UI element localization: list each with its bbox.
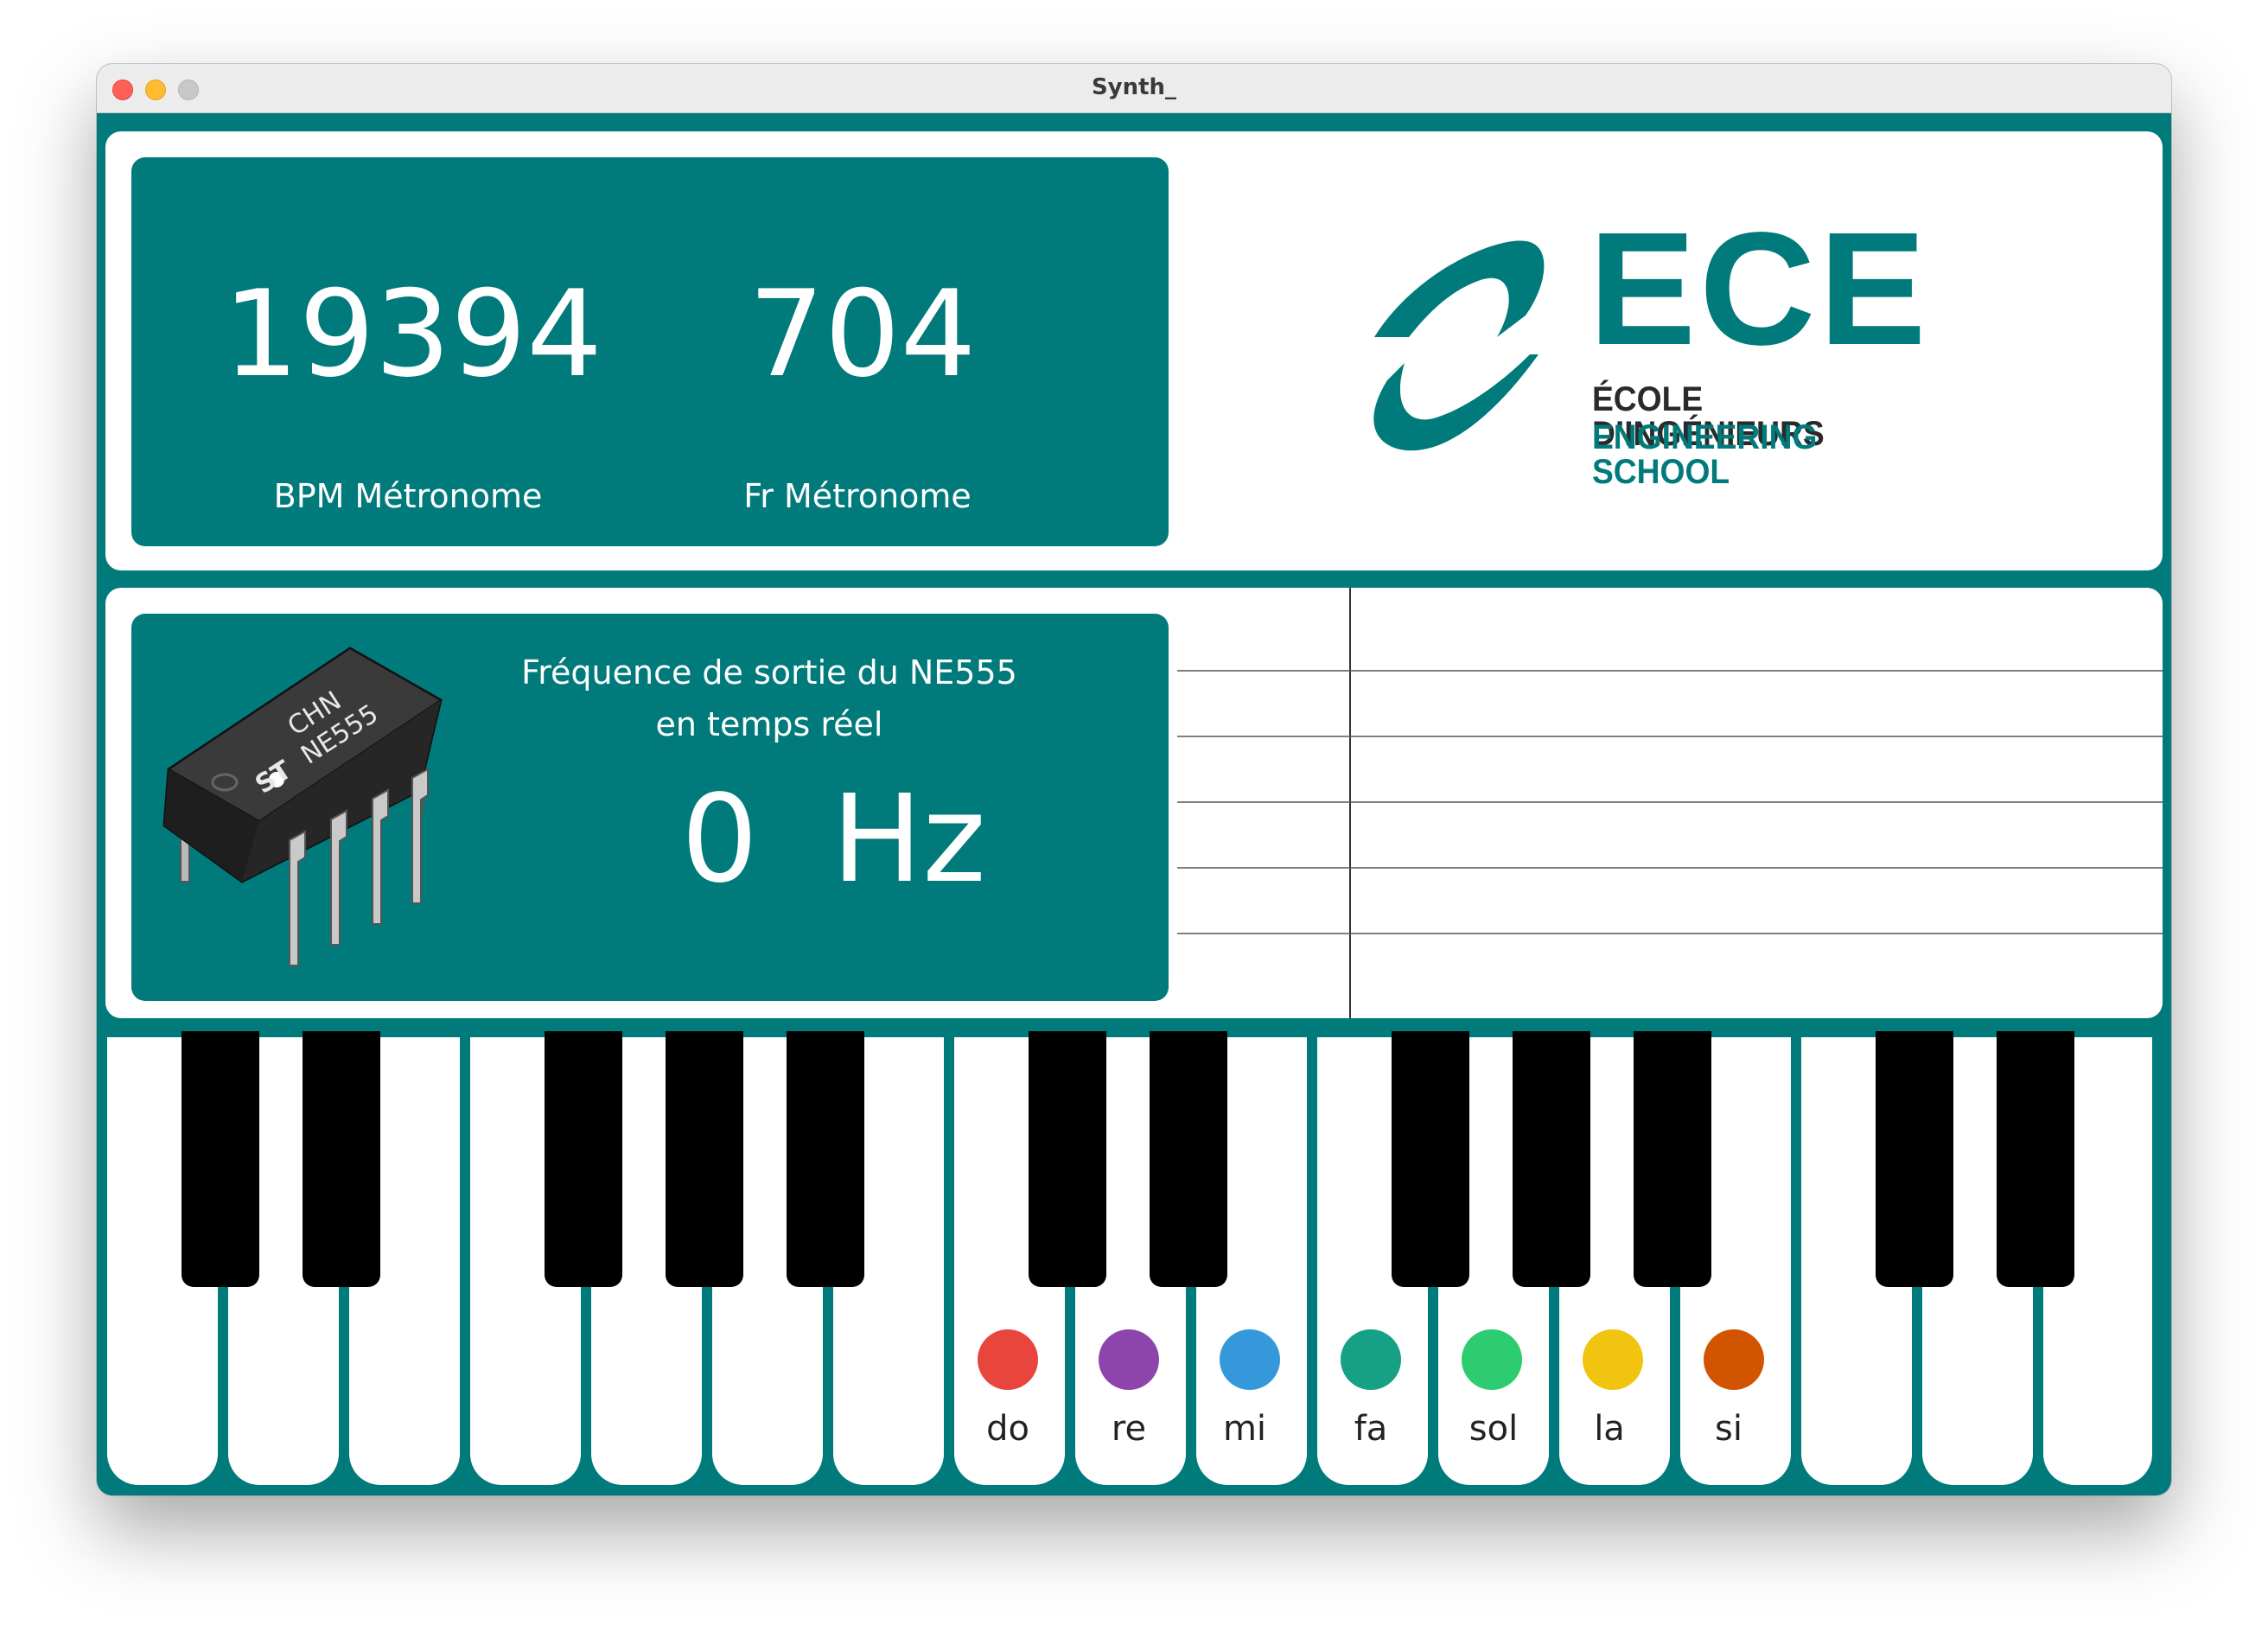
ne555-chip-image: CHN NE555 ST bbox=[160, 640, 454, 968]
note-label-la: la bbox=[1594, 1409, 1625, 1449]
note-label-sol: sol bbox=[1468, 1409, 1519, 1449]
note-dot-re bbox=[1099, 1329, 1159, 1390]
note-dot-sol bbox=[1462, 1329, 1522, 1390]
frequency-title-line1: Fréquence de sortie du NE555 bbox=[521, 653, 1017, 691]
frequency-value: 0 bbox=[681, 769, 759, 910]
note-dot-fa bbox=[1341, 1329, 1401, 1390]
black-key[interactable] bbox=[1150, 1031, 1227, 1287]
fr-value: 704 bbox=[749, 264, 977, 404]
black-key[interactable] bbox=[1876, 1031, 1953, 1287]
note-label-fa: fa bbox=[1354, 1409, 1388, 1449]
black-key[interactable] bbox=[1634, 1031, 1711, 1287]
black-key[interactable] bbox=[787, 1031, 864, 1287]
note-dot-la bbox=[1583, 1329, 1643, 1390]
black-key[interactable] bbox=[545, 1031, 622, 1287]
black-key[interactable] bbox=[1513, 1031, 1590, 1287]
note-label-mi: mi bbox=[1222, 1409, 1267, 1449]
fr-label: Fr Métronome bbox=[743, 477, 972, 515]
bpm-label: BPM Métronome bbox=[273, 477, 543, 515]
window-title: Synth_ bbox=[1091, 74, 1177, 100]
title-bar: Synth_ bbox=[97, 64, 2171, 113]
ece-logo: ECE ÉCOLE D’INGÉNIEURS ENGINEERING SCHOO… bbox=[1366, 209, 1953, 489]
bpm-value: 19394 bbox=[223, 264, 602, 404]
logo-line2: ENGINEERING SCHOOL bbox=[1592, 418, 1818, 491]
note-dot-si bbox=[1704, 1329, 1764, 1390]
frequency-unit: Hz bbox=[831, 769, 986, 910]
black-key[interactable] bbox=[1392, 1031, 1469, 1287]
black-key[interactable] bbox=[1029, 1031, 1106, 1287]
black-key[interactable] bbox=[666, 1031, 743, 1287]
black-key[interactable] bbox=[182, 1031, 259, 1287]
note-dot-mi bbox=[1220, 1329, 1280, 1390]
frequency-title-line2: en temps réel bbox=[655, 705, 883, 743]
note-label-si: si bbox=[1715, 1409, 1742, 1449]
staff-area bbox=[1177, 588, 2163, 1018]
black-key[interactable] bbox=[1997, 1031, 2074, 1287]
note-label-re: re bbox=[1111, 1409, 1147, 1449]
note-label-do: do bbox=[986, 1409, 1029, 1449]
note-dot-do bbox=[978, 1329, 1038, 1390]
logo-wordmark: ECE bbox=[1589, 200, 1930, 379]
black-key[interactable] bbox=[303, 1031, 380, 1287]
